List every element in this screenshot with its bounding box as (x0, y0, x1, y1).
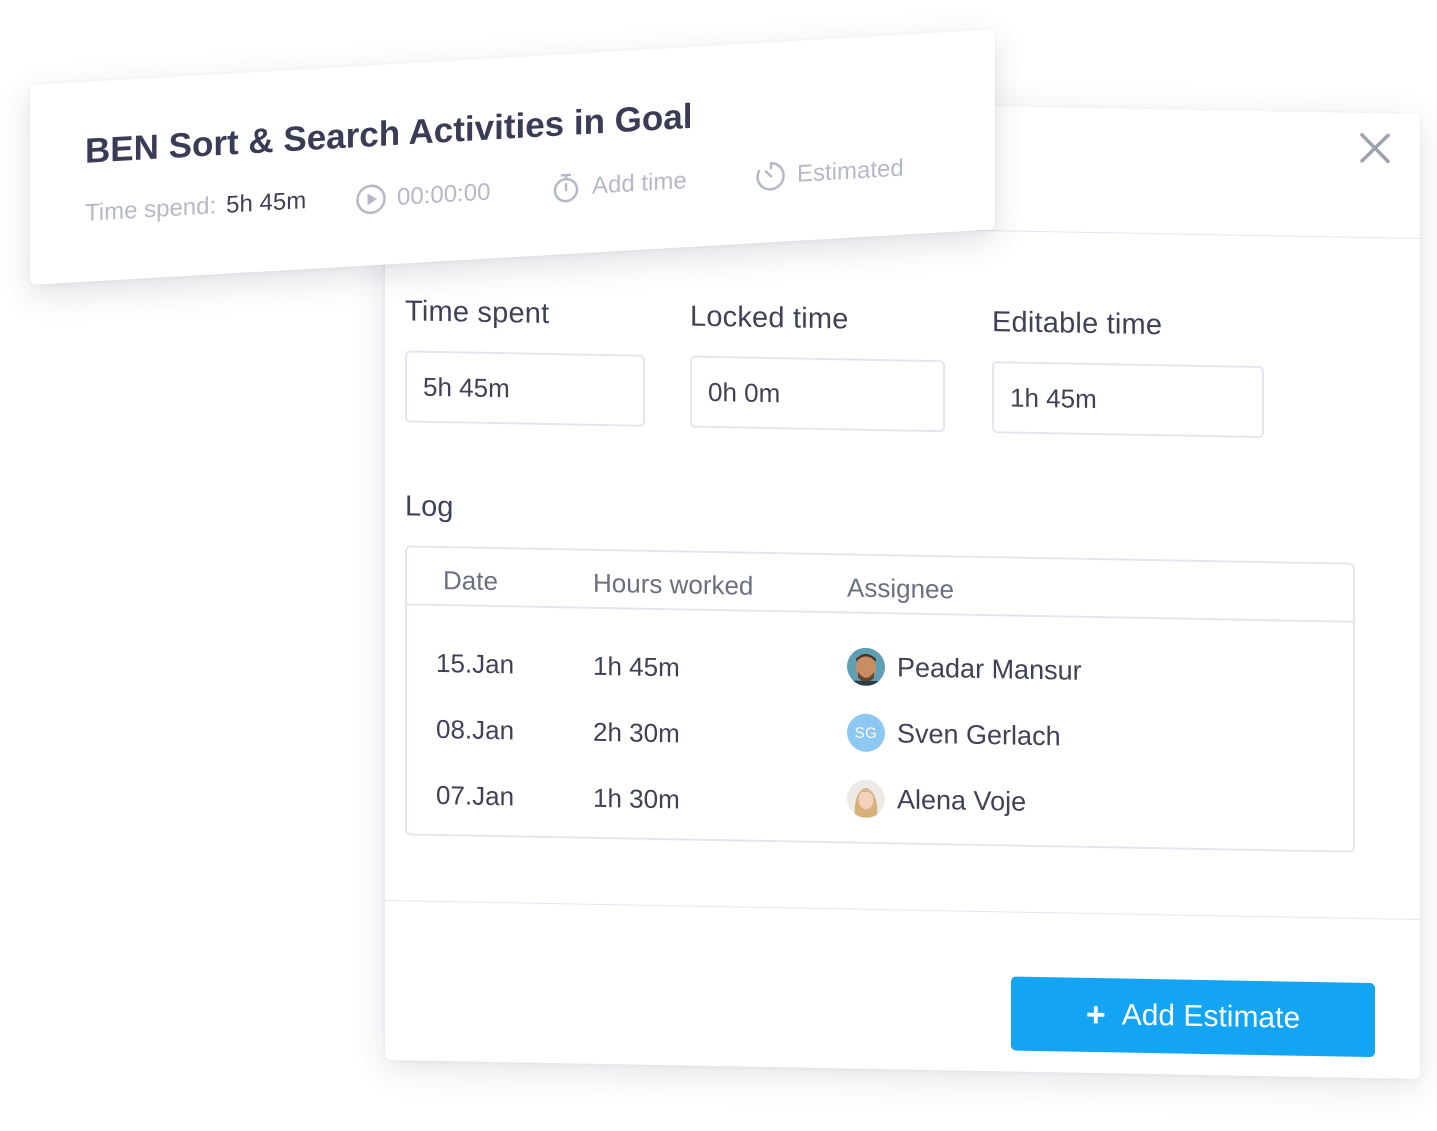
time-fields: Time spent 5h 45m Locked time 0h 0m Edit… (405, 295, 1305, 451)
time-spend-summary: Time spend: 5h 45m (85, 187, 306, 228)
locked-time-field: Locked time 0h 0m (690, 300, 945, 433)
log-table-header: Date Hours worked Assignee (407, 547, 1353, 623)
time-spent-input[interactable]: 5h 45m (405, 350, 645, 427)
assignee-name: Sven Gerlach (897, 717, 1061, 751)
row-hours: 1h 30m (593, 782, 680, 815)
plus-icon: + (1085, 995, 1106, 1035)
avatar-photo-icon (847, 647, 885, 687)
assignee-name: Peadar Mansur (897, 651, 1082, 686)
table-row[interactable]: 15.Jan 1h 45m Peadar Mansur (407, 635, 1353, 708)
time-spent-label: Time spent (405, 295, 550, 331)
row-hours: 2h 30m (593, 716, 680, 749)
row-date: 15.Jan (436, 647, 515, 680)
timer-icon (756, 162, 785, 191)
log-title: Log (405, 490, 454, 524)
avatar: SG (847, 713, 885, 753)
time-spent-field: Time spent 5h 45m (405, 295, 645, 427)
avatar-photo-icon (847, 779, 885, 819)
row-date: 07.Jan (436, 779, 515, 812)
stage: Time spent 5h 45m Locked time 0h 0m Edit… (0, 0, 1437, 1131)
avatar (847, 779, 885, 819)
table-row[interactable]: 08.Jan 2h 30m SG Sven Gerlach (407, 701, 1353, 774)
editable-time-label: Editable time (992, 306, 1163, 342)
footer-divider (385, 900, 1420, 920)
editable-time-input[interactable]: 1h 45m (992, 361, 1264, 439)
add-estimate-label: Add Estimate (1121, 998, 1301, 1035)
timer-control[interactable]: 00:00:00 (355, 176, 490, 216)
avatar (847, 647, 885, 687)
add-estimate-button[interactable]: + Add Estimate (1011, 976, 1375, 1058)
add-time-label: Add time (592, 167, 687, 200)
row-assignee: SG Sven Gerlach (847, 713, 1061, 755)
time-spend-value: 5h 45m (226, 187, 307, 219)
task-title: BEN Sort & Search Activities in Goal (85, 96, 693, 171)
table-row[interactable]: 07.Jan 1h 30m Alena Voje (407, 767, 1353, 840)
row-hours: 1h 45m (593, 650, 680, 683)
timer-value: 00:00:00 (397, 178, 491, 211)
locked-time-label: Locked time (690, 300, 849, 336)
row-assignee: Alena Voje (847, 779, 1026, 820)
play-icon[interactable] (355, 182, 387, 216)
editable-time-field: Editable time 1h 45m (992, 306, 1264, 439)
log-table: Date Hours worked Assignee 15.Jan 1h 45m (405, 545, 1355, 853)
estimated-label: Estimated (797, 154, 904, 188)
locked-time-input[interactable]: 0h 0m (690, 355, 945, 433)
assignee-name: Alena Voje (897, 783, 1027, 817)
column-header-hours-worked: Hours worked (593, 567, 754, 601)
row-date: 08.Jan (436, 713, 515, 746)
time-spend-label: Time spend: (85, 192, 217, 227)
column-header-assignee: Assignee (847, 572, 954, 605)
add-time-control[interactable]: Add time (550, 165, 687, 205)
estimated-control[interactable]: Estimated (755, 153, 904, 194)
close-icon[interactable] (1358, 131, 1392, 166)
stopwatch-icon (553, 173, 579, 203)
row-assignee: Peadar Mansur (847, 647, 1082, 689)
column-header-date: Date (443, 565, 498, 597)
